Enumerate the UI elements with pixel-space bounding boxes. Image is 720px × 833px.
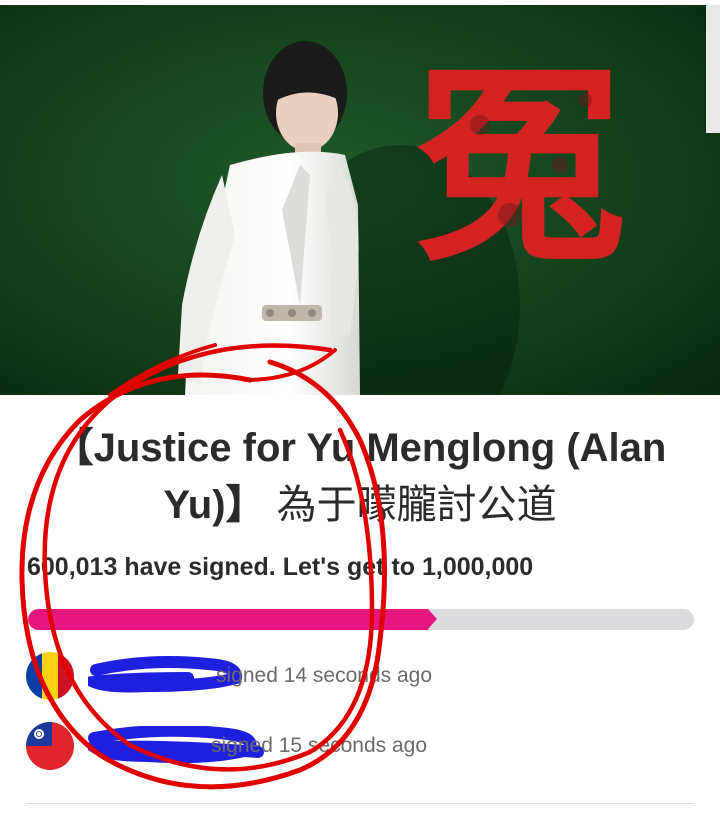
progress-fill xyxy=(28,609,428,630)
hero-glyph: 冤 xyxy=(415,45,625,290)
signer-time-text: signed 14 seconds ago xyxy=(216,664,432,687)
petition-title-zh: 為于曚朧討公道 xyxy=(276,482,557,528)
signature-progress-bar xyxy=(28,609,694,630)
signature-count-text: 600,013 have signed. Let's get to 1,000,… xyxy=(27,553,534,581)
petition-page: 冤 【Justice for Yu Menglong (Alan Yu)】 為于… xyxy=(0,0,720,833)
petition-title: 【Justice for Yu Menglong (Alan Yu)】 為于曚朧… xyxy=(24,420,696,534)
signer-time-text: signed 15 seconds ago xyxy=(211,734,427,757)
divider xyxy=(26,803,694,804)
recent-signer-item: signed 14 seconds ago xyxy=(26,652,686,702)
romania-flag-icon xyxy=(26,652,74,700)
hero-image: 冤 xyxy=(0,5,720,395)
taiwan-flag-icon xyxy=(26,722,74,770)
progress-arrow xyxy=(428,609,437,629)
recent-signer-item: signed 15 seconds ago xyxy=(26,722,686,772)
